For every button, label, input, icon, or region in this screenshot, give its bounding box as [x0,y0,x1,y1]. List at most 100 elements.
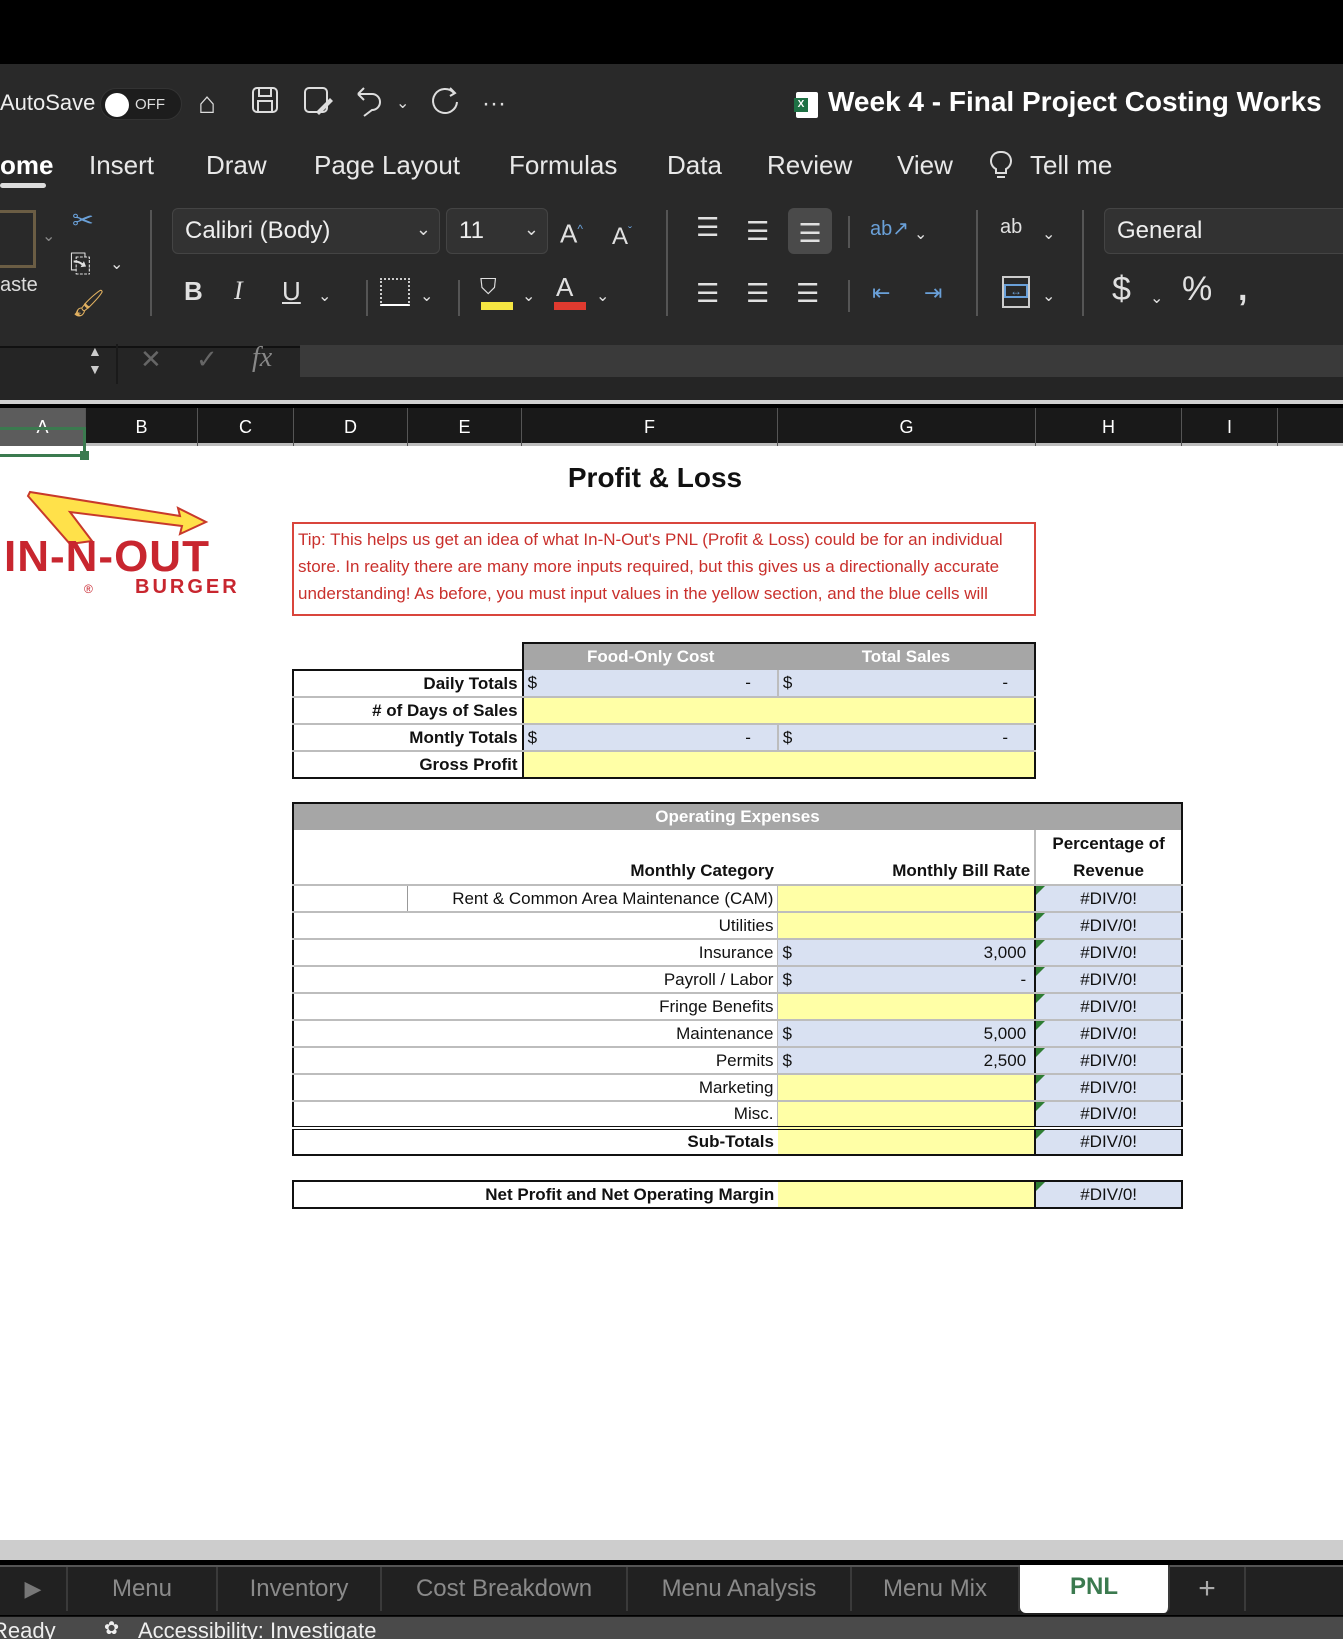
column-header-e[interactable]: E [408,408,522,446]
tab-review[interactable]: Review [767,150,852,181]
header-total-sales[interactable]: Total Sales [777,642,1037,670]
expense-percentage-cell[interactable]: #DIV/0! [1035,939,1182,967]
expense-percentage-cell[interactable]: #DIV/0! [1035,1074,1182,1102]
format-painter-icon[interactable]: 🖌 [72,288,105,318]
enter-icon[interactable]: ✓ [196,344,218,375]
italic-button[interactable]: I [234,276,243,306]
insert-function-icon[interactable]: fx [252,342,272,374]
paste-dropdown-icon[interactable]: ⌄ [42,222,55,252]
expense-percentage-cell[interactable]: #DIV/0! [1035,1101,1182,1129]
fill-color-dropdown-icon[interactable]: ⌄ [522,282,535,312]
column-header-i[interactable]: I [1182,408,1278,446]
add-sheet-button[interactable]: + [1170,1567,1246,1611]
merge-dropdown-icon[interactable]: ⌄ [1042,282,1055,312]
increase-font-size-icon[interactable]: A^ [560,214,583,249]
accessibility-status[interactable]: Accessibility: Investigate [138,1618,376,1639]
tab-home[interactable]: ome [0,150,53,181]
expense-percentage-cell[interactable]: #DIV/0! [1035,1020,1182,1048]
monthly-total-sales-cell[interactable]: $ - [777,724,1037,752]
save-as-icon[interactable] [302,84,334,127]
column-header-d[interactable]: D [294,408,408,446]
tab-page-layout[interactable]: Page Layout [314,150,460,181]
expense-bill-rate-cell[interactable]: $2,500 [777,1047,1037,1075]
font-size-select[interactable]: 11 ⌄ [446,208,548,254]
currency-format-icon[interactable]: $ [1112,272,1131,306]
expense-bill-rate-cell[interactable] [777,885,1037,913]
decrease-indent-icon[interactable]: ⇤ [872,278,890,308]
column-header-g[interactable]: G [778,408,1036,446]
header-food-only-cost[interactable]: Food-Only Cost [521,642,778,670]
fill-color-icon[interactable]: ⛉ [480,272,497,302]
tab-draw[interactable]: Draw [206,150,267,181]
expense-bill-rate-cell[interactable]: $ - [777,966,1037,994]
align-bottom-button[interactable]: ☰ [788,208,832,254]
scroll-tabs-icon[interactable]: ▶ [0,1567,68,1611]
formula-input[interactable] [300,345,1343,377]
home-icon[interactable]: ⌂ [198,84,216,124]
currency-dropdown-icon[interactable]: ⌄ [1150,284,1163,314]
net-profit-input[interactable] [778,1181,1037,1208]
daily-food-cost-cell[interactable]: $ - [522,670,779,698]
sheet-tab-menu-mix[interactable]: Menu Mix [852,1567,1020,1611]
align-left-icon[interactable]: ☰ [696,278,719,308]
expense-percentage-cell[interactable]: #DIV/0! [1035,885,1182,913]
align-middle-icon[interactable]: ☰ [746,216,769,246]
copy-icon[interactable]: ⎘ [70,248,91,278]
tab-view[interactable]: View [897,150,953,181]
sheet-tab-menu-analysis[interactable]: Menu Analysis [628,1567,852,1611]
bold-button[interactable]: B [184,276,203,306]
font-color-icon[interactable]: A [556,272,573,302]
paste-icon[interactable] [0,210,36,268]
expense-percentage-cell[interactable]: #DIV/0! [1035,912,1182,940]
daily-total-sales-cell[interactable]: $ - [777,670,1037,698]
font-name-select[interactable]: Calibri (Body) ⌄ [172,208,440,254]
borders-icon[interactable] [380,278,410,306]
orientation-icon[interactable]: ab↗ [870,214,909,244]
horizontal-scrollbar[interactable] [0,1540,1343,1560]
sheet-tab-inventory[interactable]: Inventory [218,1567,382,1611]
expense-bill-rate-cell[interactable] [777,1074,1037,1102]
expense-percentage-cell[interactable]: #DIV/0! [1035,993,1182,1021]
align-top-icon[interactable]: ☰ [696,212,719,242]
redo-icon[interactable] [428,84,462,129]
tab-formulas[interactable]: Formulas [509,150,617,181]
accessibility-icon[interactable]: ✿ [104,1618,119,1639]
column-header-h[interactable]: H [1036,408,1182,446]
underline-dropdown-icon[interactable]: ⌄ [318,282,331,312]
font-color-dropdown-icon[interactable]: ⌄ [596,282,609,312]
monthly-food-cost-cell[interactable]: $ - [522,724,779,752]
expense-bill-rate-cell[interactable]: $3,000 [777,939,1037,967]
copy-dropdown-icon[interactable]: ⌄ [110,250,123,280]
decrease-font-size-icon[interactable]: Aˇ [612,216,632,252]
wrap-text-dropdown-icon[interactable]: ⌄ [1042,220,1055,250]
column-header-b[interactable]: B [86,408,198,446]
underline-button[interactable]: U [282,276,301,306]
expense-bill-rate-cell[interactable] [777,912,1037,940]
selected-cell[interactable] [0,427,86,457]
align-center-icon[interactable]: ☰ [746,278,769,308]
net-margin-cell[interactable]: #DIV/0! [1035,1181,1182,1208]
column-header-f[interactable]: F [522,408,778,446]
paste-label[interactable]: aste [0,274,38,297]
tab-data[interactable]: Data [667,150,722,181]
borders-dropdown-icon[interactable]: ⌄ [420,282,433,312]
comma-style-icon[interactable]: , [1238,272,1247,306]
undo-dropdown-icon[interactable]: ⌄ [396,84,409,124]
undo-icon[interactable] [354,84,384,129]
merge-center-icon[interactable]: ↔ [1002,276,1030,308]
expense-bill-rate-cell[interactable] [777,993,1037,1021]
more-icon[interactable]: ··· [482,84,506,124]
days-of-sales-input[interactable] [522,697,1037,725]
percent-format-icon[interactable]: % [1182,272,1212,306]
number-format-select[interactable]: General [1104,208,1343,254]
subtotal-bill-rate-cell[interactable] [777,1126,1037,1155]
sheet-tab-cost-breakdown[interactable]: Cost Breakdown [382,1567,628,1611]
sheet-tab-menu[interactable]: Menu [68,1567,218,1611]
cancel-icon[interactable]: ✕ [140,344,162,375]
expense-percentage-cell[interactable]: #DIV/0! [1035,1047,1182,1075]
gross-profit-input[interactable] [522,751,1037,779]
expense-bill-rate-cell[interactable]: $5,000 [777,1020,1037,1048]
lightbulb-icon[interactable] [988,150,1014,187]
save-icon[interactable] [250,84,280,127]
expense-bill-rate-cell[interactable] [777,1101,1037,1129]
